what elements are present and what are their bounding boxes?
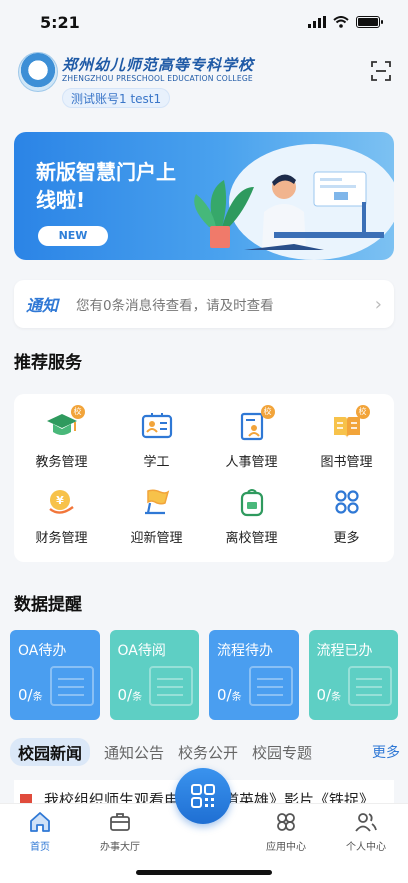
status-icons [308,16,383,28]
school-name-en: ZHENGZHOU PRESCHOOL EDUCATION COLLEGE [62,74,253,83]
service-label: 更多 [333,530,360,546]
service-library[interactable]: 校 图书管理 [299,402,394,478]
scan-icon[interactable] [370,60,392,82]
data-card-flow-done[interactable]: 流程已办 0/条 [308,630,398,720]
tab-service-hall[interactable]: 办事大厅 [85,810,155,853]
welcome-flag-icon [144,488,169,514]
service-welcome[interactable]: 迎新管理 [109,478,204,554]
data-card-label: OA待阅 [117,643,166,659]
data-card-count: 0/条 [18,686,43,704]
school-logo [18,52,58,92]
news-more-link[interactable]: 更多 [372,742,400,762]
news-tabs: 校园新闻 通知公告 校务公开 校园专题 更多 [10,738,400,766]
tab-label: 办事大厅 [100,842,140,853]
status-bar: 5:21 [0,0,408,44]
data-card-oa-todo[interactable]: OA待办 0/条 [10,630,100,720]
service-label: 财务管理 [35,530,88,546]
data-card-label: 流程待办 [217,643,273,659]
data-card-count: 0/条 [316,686,342,704]
data-card-oa-toread[interactable]: OA待阅 0/条 [109,630,199,720]
service-label: 人事管理 [225,454,278,470]
home-indicator [136,870,272,875]
tab-app-center[interactable]: 应用中心 [251,810,321,853]
home-icon [30,812,50,832]
tab-label: 应用中心 [266,842,306,853]
data-card-label: OA待办 [18,643,67,659]
status-time: 5:21 [40,12,80,32]
tab-campus-news[interactable]: 校园新闻 [10,738,91,766]
checklist-icon [248,666,293,706]
checklist-icon [149,666,193,706]
battery-icon [356,16,383,28]
id-card-icon [141,412,172,438]
school-name-cn: 郑州幼儿师范高等专科学校 [62,56,255,74]
service-badge: 校 [260,404,275,419]
tab-label: 首页 [30,842,50,853]
bottom-tabbar: 首页 办事大厅 应用中心 个人中心 [0,768,408,883]
service-badge: 校 [355,404,370,419]
banner-title: 新版智慧门户上线啦! [36,160,176,212]
tab-announcements[interactable]: 通知公告 [104,742,164,763]
notice-text: 您有0条消息待查看，请及时查看 [76,298,274,314]
qr-code-icon [191,784,215,808]
data-reminder-title: 数据提醒 [14,595,82,615]
data-cards: OA待办 0/条 OA待阅 0/条 流程待办 0/条 流程已办 0/条 [10,630,398,720]
data-card-count: 0/条 [117,686,143,704]
briefcase-icon [110,813,130,831]
account-badge[interactable]: 测试账号1 test1 [62,88,171,108]
notice-tag: 通知 [26,296,59,315]
backpack-icon [240,488,263,516]
services-grid: 校 教务管理 学工 校 人事管理 校 图书管理 ¥ 财务管理 迎新管理 离校管理… [14,394,394,562]
service-label: 离校管理 [225,530,278,546]
service-leaving[interactable]: 离校管理 [204,478,299,554]
tab-affairs-public[interactable]: 校务公开 [178,742,238,763]
service-label: 学工 [143,454,170,470]
service-badge: 校 [70,404,85,419]
apps-icon [277,813,295,831]
users-icon [355,813,377,832]
service-finance[interactable]: ¥ 财务管理 [14,478,109,554]
service-label: 迎新管理 [130,530,183,546]
notice-bar[interactable]: 通知 您有0条消息待查看，请及时查看 › [14,280,394,328]
service-label: 教务管理 [35,454,88,470]
wifi-icon [333,16,349,28]
data-card-count: 0/条 [217,686,242,704]
header: 郑州幼儿师范高等专科学校 ZHENGZHOU PRESCHOOL EDUCATI… [14,50,394,110]
tab-label: 个人中心 [346,842,386,853]
tab-home[interactable]: 首页 [5,810,75,853]
service-student-affairs[interactable]: 学工 [109,402,204,478]
service-personnel[interactable]: 校 人事管理 [204,402,299,478]
banner-new-badge[interactable]: NEW [38,226,108,246]
chevron-right-icon: › [374,293,382,315]
data-card-flow-todo[interactable]: 流程待办 0/条 [209,630,299,720]
promo-banner[interactable]: 新版智慧门户上线啦! NEW [14,132,394,260]
checklist-icon [348,666,392,706]
service-more[interactable]: 更多 [299,478,394,554]
service-label: 图书管理 [320,454,373,470]
data-card-label: 流程已办 [316,643,373,659]
signal-icon [308,16,326,28]
banner-illustration [194,144,394,260]
service-academic[interactable]: 校 教务管理 [14,402,109,478]
checklist-icon [49,666,94,706]
svg-text:¥: ¥ [56,494,64,507]
finance-icon: ¥ [48,489,74,514]
tab-personal-center[interactable]: 个人中心 [331,810,401,853]
tab-campus-topics[interactable]: 校园专题 [252,742,312,763]
center-scan-button[interactable] [175,768,231,824]
more-grid-icon [334,489,359,514]
services-title: 推荐服务 [14,353,82,373]
